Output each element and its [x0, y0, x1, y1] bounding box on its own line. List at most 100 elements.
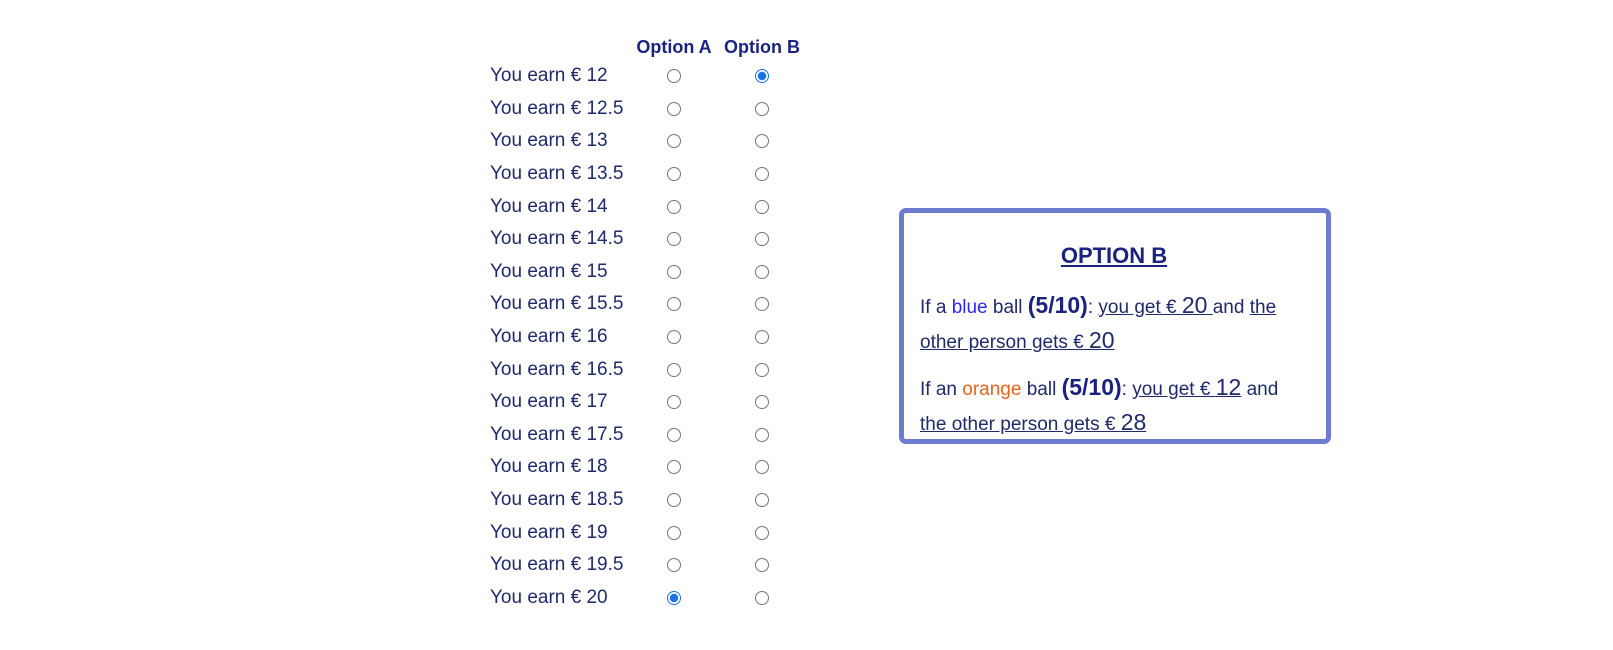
- option-a-cell: [630, 386, 718, 419]
- option-a-cell: [630, 60, 718, 93]
- option-a-radio[interactable]: [667, 69, 681, 84]
- earn-label: You earn € 17: [490, 391, 608, 413]
- option-b-cell: [718, 419, 806, 452]
- option-b-radio[interactable]: [755, 232, 769, 247]
- table-row: You earn € 14.5: [490, 223, 806, 256]
- earn-label: You earn € 17.5: [490, 423, 624, 445]
- table-row: You earn € 18: [490, 451, 806, 484]
- option-a-radio[interactable]: [667, 558, 681, 573]
- option-b-cell: [718, 484, 806, 517]
- choice-rows: You earn € 12 You earn € 12.5 You earn € 1…: [490, 60, 806, 614]
- option-b-cell: [718, 60, 806, 93]
- earn-label: You earn € 19: [490, 521, 608, 543]
- table-row: You earn € 19.5: [490, 549, 806, 582]
- outcome-orange: If an orange ball (5/10): you get € 12 a…: [920, 371, 1308, 441]
- option-a-cell: [630, 419, 718, 452]
- option-b-radio[interactable]: [755, 525, 769, 540]
- option-a-radio[interactable]: [667, 427, 681, 442]
- option-a-radio[interactable]: [667, 264, 681, 279]
- table-header-blank: [490, 34, 630, 60]
- option-b-cell: [718, 549, 806, 582]
- outcome-orange-probability: (5/10): [1061, 374, 1122, 400]
- option-b-radio[interactable]: [755, 558, 769, 573]
- option-b-radio[interactable]: [755, 167, 769, 182]
- option-b-radio[interactable]: [755, 264, 769, 279]
- earn-label: You earn € 15: [490, 260, 608, 282]
- table-row: You earn € 13.5: [490, 158, 806, 191]
- option-a-radio[interactable]: [667, 134, 681, 149]
- outcome-orange-you-get-prefix: you get €: [1132, 379, 1216, 400]
- option-a-radio[interactable]: [667, 167, 681, 182]
- option-a-radio[interactable]: [667, 232, 681, 247]
- outcome-orange-if: If an: [920, 379, 957, 400]
- outcome-orange-colon: :: [1121, 379, 1127, 400]
- option-a-radio[interactable]: [667, 101, 681, 116]
- earn-label: You earn € 13.5: [490, 163, 624, 185]
- outcome-orange-other-value: 28: [1120, 409, 1147, 435]
- choice-table: Option A Option B You earn € 12 You earn …: [490, 34, 806, 614]
- outcome-blue-and: and: [1212, 297, 1245, 318]
- option-a-cell: [630, 223, 718, 256]
- option-b-cell: [718, 386, 806, 419]
- outcome-blue-other-value: 20: [1089, 327, 1115, 353]
- option-b-radio[interactable]: [755, 297, 769, 312]
- option-b-radio[interactable]: [755, 460, 769, 475]
- option-b-cell: [718, 288, 806, 321]
- option-b-radio[interactable]: [755, 493, 769, 507]
- option-a-radio[interactable]: [667, 362, 681, 377]
- option-a-cell: [630, 321, 718, 354]
- option-b-cell: [718, 223, 806, 256]
- option-b-radio[interactable]: [755, 69, 769, 84]
- option-a-cell: [630, 549, 718, 582]
- table-row: You earn € 12.5: [490, 93, 806, 126]
- option-b-cell: [718, 125, 806, 158]
- option-a-radio[interactable]: [667, 330, 681, 345]
- outcome-blue-if: If a: [920, 297, 947, 318]
- outcome-orange-you-get-value: 12: [1215, 374, 1242, 400]
- option-a-cell: [630, 256, 718, 289]
- option-a-radio[interactable]: [667, 297, 681, 312]
- outcome-blue-you-get: you get € 20: [1098, 292, 1212, 318]
- option-b-radio[interactable]: [755, 590, 769, 605]
- option-b-header: Option B: [724, 36, 800, 57]
- outcome-blue-ball: ball: [992, 297, 1023, 318]
- option-b-radio[interactable]: [755, 199, 769, 214]
- outcome-orange-you-get: you get € 12: [1132, 374, 1241, 400]
- earn-label: You earn € 14: [490, 195, 608, 217]
- table-row: You earn € 16.5: [490, 353, 806, 386]
- option-b-radio[interactable]: [755, 427, 769, 442]
- page: Option A Option B You earn € 12 You earn …: [0, 0, 1613, 650]
- option-b-cell: [718, 451, 806, 484]
- table-row: You earn € 15: [490, 256, 806, 289]
- table-row: You earn € 18.5: [490, 484, 806, 517]
- option-b-radio[interactable]: [755, 330, 769, 345]
- table-row: You earn € 14: [490, 190, 806, 223]
- option-a-cell: [630, 516, 718, 549]
- outcome-orange-other-prefix: the other person gets €: [920, 414, 1121, 435]
- outcome-blue-you-get-prefix: you get €: [1098, 297, 1182, 318]
- option-b-radio[interactable]: [755, 134, 769, 149]
- earn-label: You earn € 18.5: [490, 489, 624, 511]
- option-a-radio[interactable]: [667, 199, 681, 214]
- table-row: You earn € 17: [490, 386, 806, 419]
- option-b-cell: [718, 158, 806, 191]
- option-a-radio[interactable]: [667, 525, 681, 540]
- option-b-radio[interactable]: [755, 101, 769, 116]
- option-a-cell: [630, 451, 718, 484]
- option-b-radio[interactable]: [755, 362, 769, 377]
- option-a-radio[interactable]: [667, 493, 681, 507]
- option-b-cell: [718, 190, 806, 223]
- option-a-cell: [630, 125, 718, 158]
- option-a-radio[interactable]: [667, 395, 681, 410]
- outcome-blue-colon: :: [1087, 297, 1094, 318]
- option-b-radio[interactable]: [755, 395, 769, 410]
- outcome-blue: If a blue ball (5/10): you get € 20 and …: [920, 289, 1308, 359]
- option-b-panel: OPTION B If a blue ball (5/10): you get …: [899, 208, 1331, 444]
- table-row: You earn € 17.5: [490, 419, 806, 452]
- option-a-radio[interactable]: [667, 590, 681, 605]
- option-a-cell: [630, 190, 718, 223]
- option-a-radio[interactable]: [667, 460, 681, 475]
- table-row: You earn € 19: [490, 516, 806, 549]
- earn-label: You earn € 16: [490, 326, 608, 348]
- earn-label: You earn € 16.5: [490, 358, 624, 380]
